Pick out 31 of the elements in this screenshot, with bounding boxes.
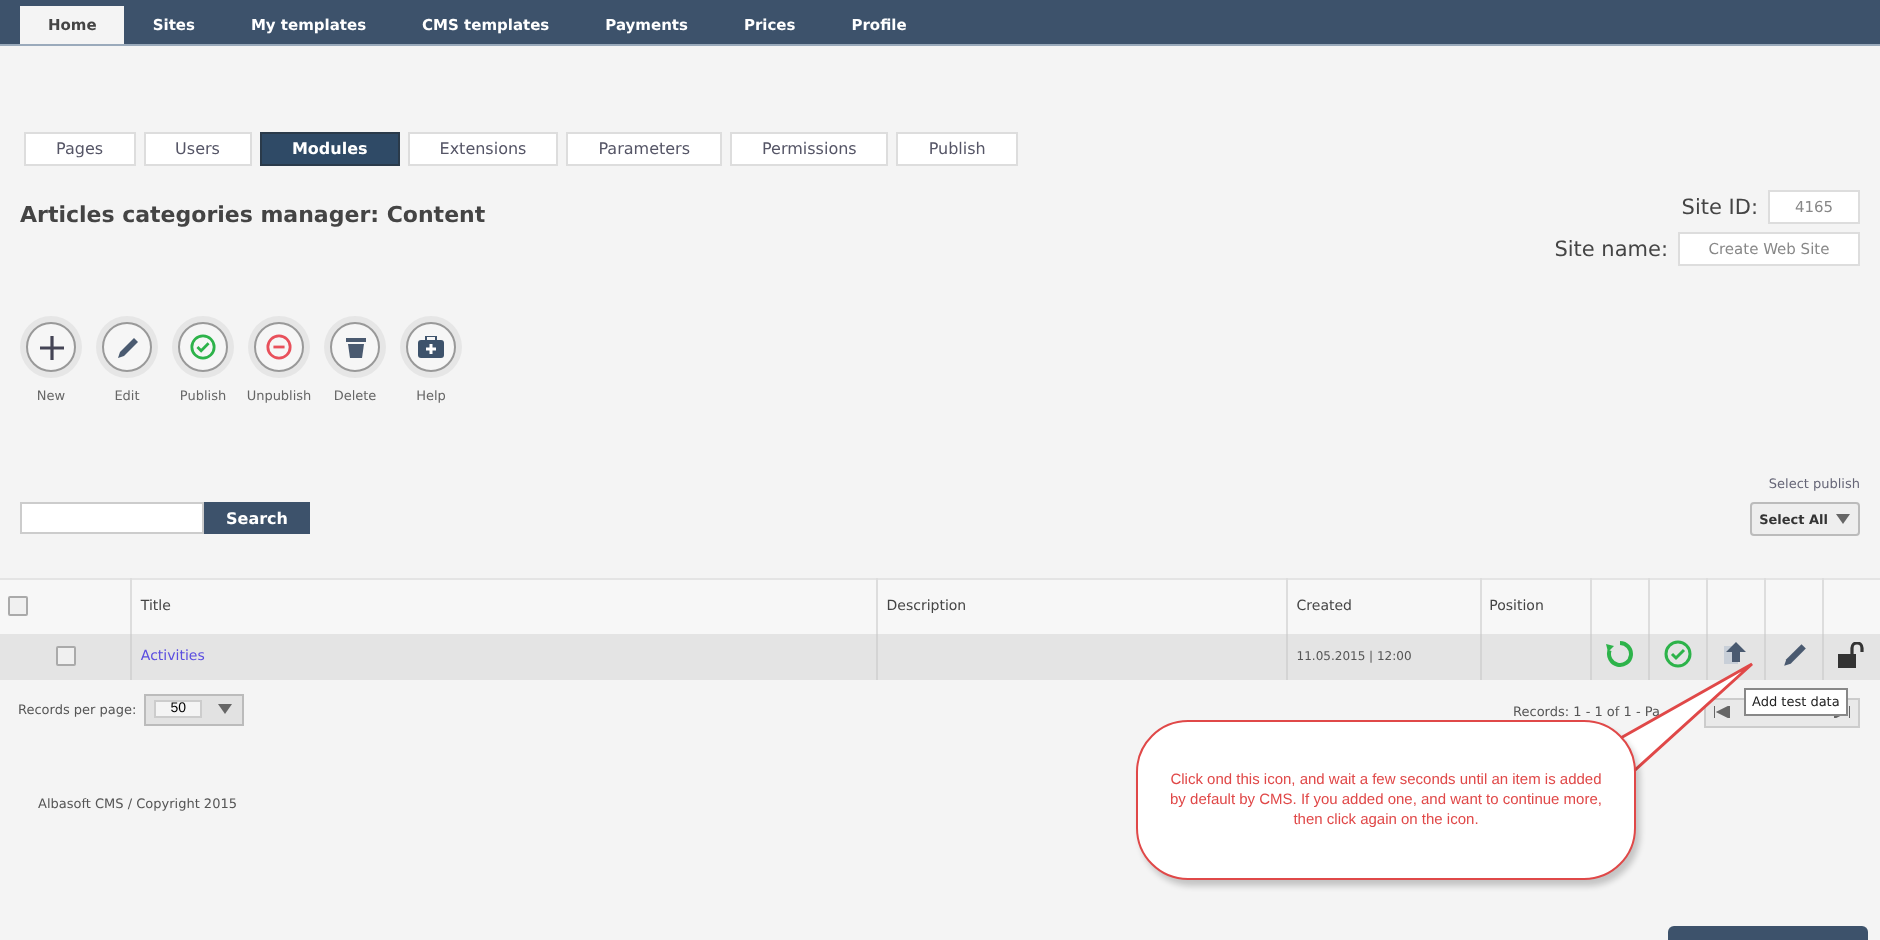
check-circle-icon <box>190 334 216 360</box>
toolbar-button[interactable] <box>406 322 456 372</box>
checkbox[interactable] <box>55 646 76 666</box>
checkbox[interactable] <box>8 596 28 617</box>
toolbar-button[interactable] <box>102 322 152 372</box>
tab[interactable]: Parameters <box>566 132 723 166</box>
first-page-icon[interactable] <box>1714 706 1730 718</box>
tab[interactable]: Permissions <box>730 132 889 166</box>
caret-icon <box>1836 514 1850 524</box>
pencil-icon[interactable] <box>1781 641 1808 667</box>
trash-icon <box>345 336 365 358</box>
toolbar-button[interactable] <box>26 322 76 372</box>
unlocked-padlock-icon[interactable] <box>1838 641 1866 667</box>
pencil-icon <box>115 335 139 359</box>
search-field[interactable] <box>20 502 204 534</box>
first-aid-kit-icon <box>418 336 444 358</box>
tab[interactable]: Modules <box>259 132 400 166</box>
search-button[interactable]: Search <box>204 502 310 534</box>
minus-circle-icon <box>266 334 292 360</box>
tab[interactable]: Users <box>143 132 252 166</box>
document-arrow-icon[interactable] <box>1724 642 1749 666</box>
tab[interactable]: Extensions <box>407 132 559 166</box>
plus-icon <box>39 335 63 359</box>
site-id-label: Site ID: <box>1681 195 1758 219</box>
tab[interactable]: Pages <box>24 132 136 166</box>
tab[interactable]: Publish <box>896 132 1018 166</box>
caret-icon <box>218 704 232 714</box>
toolbar-button[interactable] <box>330 322 380 372</box>
site-name-label: Site name: <box>1554 237 1668 261</box>
page-heading: Articles categories manager: Content <box>20 202 486 232</box>
check-circle-icon[interactable] <box>1664 640 1693 668</box>
